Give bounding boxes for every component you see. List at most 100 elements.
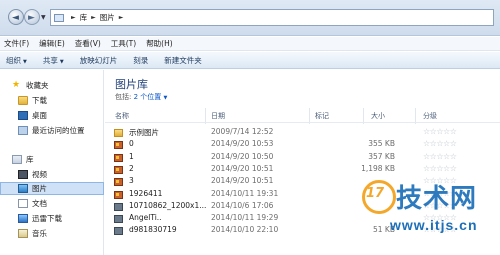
file-date: 2014/10/10 22:10 — [211, 225, 279, 235]
file-date: 2014/9/20 10:50 — [211, 151, 274, 161]
share-button[interactable]: 共享 ▼ — [43, 55, 64, 66]
includes-locations-link[interactable]: 2 个位置 — [134, 93, 162, 101]
file-date: 2014/9/20 10:51 — [211, 163, 274, 173]
back-button[interactable]: ◄ — [8, 9, 24, 25]
sidebar-item-music[interactable]: 音乐 — [0, 227, 104, 240]
pictures-library-icon — [18, 184, 28, 193]
file-date: 2009/7/14 12:52 — [211, 127, 274, 136]
organize-label: 组织 — [6, 55, 21, 65]
chevron-down-icon: ▼ — [23, 58, 27, 65]
sidebar-item-desktop[interactable]: 桌面 — [0, 109, 104, 122]
header-divider — [105, 122, 500, 123]
file-name: AngelTi.. — [129, 213, 162, 223]
forward-button[interactable]: ► — [24, 9, 40, 25]
image-file-icon — [114, 165, 123, 174]
rating-stars-icon[interactable]: ☆☆☆☆☆ — [423, 152, 457, 161]
sidebar-item-label: 音乐 — [32, 229, 47, 238]
file-name: 2 — [129, 163, 134, 173]
sidebar-item-downloads[interactable]: 下载 — [0, 94, 104, 107]
sidebar-item-label: 视频 — [32, 170, 47, 179]
chevron-right-icon[interactable]: ► — [119, 14, 124, 21]
image-file-icon — [114, 202, 123, 211]
rating-stars-icon[interactable]: ☆☆☆☆☆ — [423, 127, 457, 136]
menu-file[interactable]: 文件(F) — [4, 38, 29, 49]
sidebar-item-thunder[interactable]: 迅雷下载 — [0, 212, 104, 225]
file-name: 1926411 — [129, 188, 163, 198]
menu-bar: 文件(F) 编辑(E) 查看(V) 工具(T) 帮助(H) — [0, 37, 500, 51]
new-folder-button[interactable]: 新建文件夹 — [164, 55, 202, 66]
file-name: 10710862_1200x1... — [129, 200, 207, 210]
includes-label: 包括: — [115, 93, 132, 101]
image-file-icon — [114, 190, 123, 199]
file-row[interactable]: 1 2014/9/20 10:50 357 KB ☆☆☆☆☆ — [105, 152, 500, 164]
back-arrow-icon: ◄ — [12, 13, 19, 23]
recent-places-icon — [18, 126, 28, 135]
file-name: 0 — [129, 139, 134, 149]
chevron-down-icon[interactable]: ▼ — [164, 95, 168, 101]
image-file-icon — [114, 215, 123, 224]
file-name: 示例图片 — [129, 128, 159, 137]
sidebar-item-label: 迅雷下载 — [32, 214, 62, 223]
watermark-url: www.itjs.cn — [390, 217, 478, 233]
sidebar-item-recent[interactable]: 最近访问的位置 — [0, 124, 104, 137]
menu-view[interactable]: 查看(V) — [75, 38, 101, 49]
file-name: 1 — [129, 151, 134, 161]
documents-library-icon — [18, 199, 28, 208]
sidebar-item-label: 最近访问的位置 — [32, 126, 85, 135]
folder-icon — [114, 129, 123, 137]
sidebar-item-videos[interactable]: 视频 — [0, 168, 104, 181]
file-date: 2014/9/20 10:53 — [211, 139, 274, 149]
file-size: 357 KB — [368, 151, 395, 161]
file-size: 1,198 KB — [361, 163, 395, 173]
address-field[interactable]: ► 库 ► 图片 ► — [50, 9, 494, 26]
breadcrumb-pictures[interactable]: 图片 — [100, 12, 115, 23]
share-label: 共享 — [42, 55, 58, 65]
sidebar-item-library[interactable]: 库 — [0, 153, 104, 166]
chevron-right-icon[interactable]: ► — [71, 14, 76, 21]
page-title: 图片库 — [115, 78, 148, 91]
sidebar-item-documents[interactable]: 文档 — [0, 197, 104, 210]
file-row[interactable]: 0 2014/9/20 10:53 355 KB ☆☆☆☆☆ — [105, 139, 500, 151]
rating-stars-icon[interactable]: ☆☆☆☆☆ — [423, 164, 457, 173]
breadcrumb-library[interactable]: 库 — [80, 12, 88, 23]
sidebar-item-label: 库 — [26, 155, 34, 164]
sidebar-item-label: 桌面 — [32, 111, 47, 120]
burn-button[interactable]: 刻录 — [133, 55, 148, 66]
slideshow-button[interactable]: 放映幻灯片 — [80, 55, 118, 66]
sidebar-item-label: 图片 — [32, 184, 47, 193]
sidebar-item-pictures[interactable]: 图片 — [0, 182, 104, 195]
file-size: 355 KB — [368, 139, 395, 149]
file-date: 2014/10/11 19:29 — [211, 213, 279, 223]
forward-arrow-icon: ► — [28, 13, 35, 23]
sidebar-item-label: 文档 — [32, 199, 47, 208]
file-date: 2014/9/20 10:51 — [211, 176, 274, 186]
downloads-folder-icon — [18, 96, 28, 105]
file-date: 2014/10/11 19:31 — [211, 188, 279, 198]
watermark-logo-number: 17 — [366, 186, 385, 201]
site-watermark: 17 技术网 www.itjs.cn — [362, 176, 496, 240]
video-library-icon — [18, 170, 28, 179]
desktop-icon — [18, 111, 28, 120]
image-file-icon — [114, 141, 123, 150]
address-bar: ◄ ► ▼ ► 库 ► 图片 ► — [0, 0, 500, 36]
menu-edit[interactable]: 编辑(E) — [39, 38, 65, 49]
file-date: 2014/10/6 17:06 — [211, 200, 274, 210]
file-row[interactable]: 2 2014/9/20 10:51 1,198 KB ☆☆☆☆☆ — [105, 164, 500, 176]
image-file-icon — [114, 153, 123, 162]
sidebar-item-label: 下载 — [32, 96, 47, 105]
menu-tools[interactable]: 工具(T) — [111, 38, 136, 49]
chevron-right-icon[interactable]: ► — [91, 14, 96, 21]
watermark-title: 技术网 — [396, 184, 478, 214]
rating-stars-icon[interactable]: ☆☆☆☆☆ — [423, 139, 457, 148]
file-row[interactable]: 示例图片 2009/7/14 12:52 ☆☆☆☆☆ — [105, 127, 500, 139]
chevron-down-icon: ▼ — [59, 58, 64, 65]
organize-button[interactable]: 组织 ▼ — [6, 55, 27, 66]
library-icon — [12, 155, 22, 164]
recent-pages-dropdown-icon[interactable]: ▼ — [41, 14, 46, 21]
star-icon: ★ — [12, 80, 21, 90]
menu-help[interactable]: 帮助(H) — [146, 38, 173, 49]
library-includes: 包括: 2 个位置 ▼ — [115, 92, 167, 102]
thunder-download-icon — [18, 214, 28, 223]
sidebar-item-favorites[interactable]: ★ 收藏夹 — [0, 79, 104, 92]
file-name: 3 — [129, 176, 134, 186]
